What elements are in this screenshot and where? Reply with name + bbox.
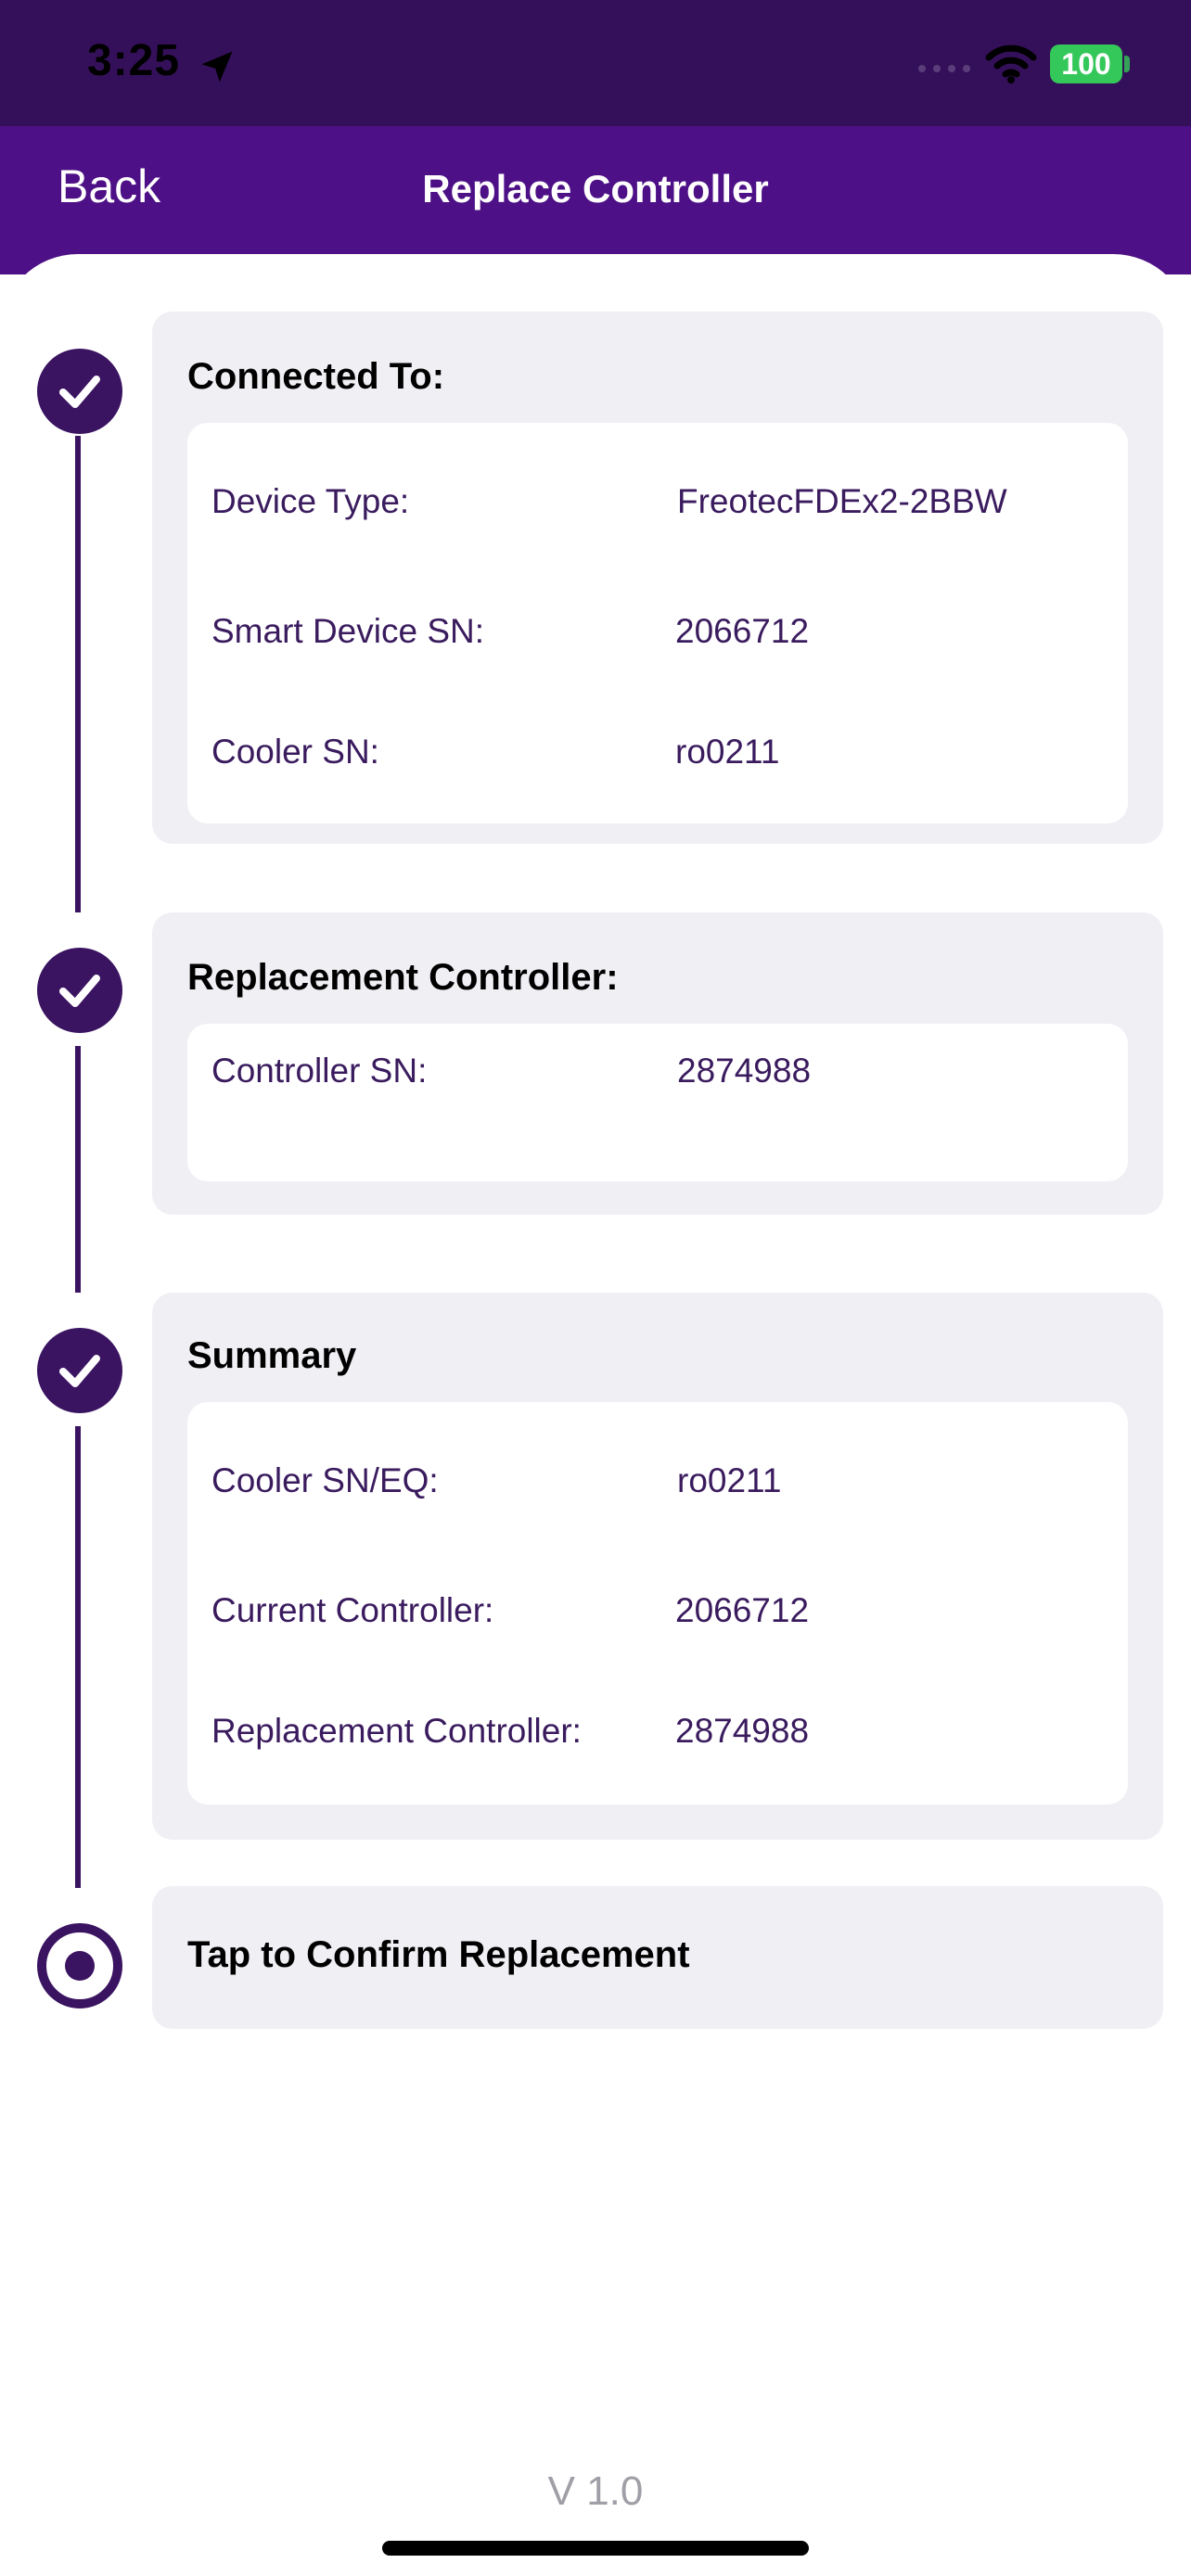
location-arrow-icon: [201, 51, 233, 83]
status-bar: 3:25 100: [0, 0, 1191, 126]
status-time: 3:25: [87, 36, 181, 85]
card-title: Replacement Controller:: [187, 957, 619, 998]
details-box: Cooler SN/EQ: ro0211 Current Controller:…: [187, 1402, 1128, 1804]
device-type-label: Device Type:: [211, 482, 410, 520]
replacement-controller-label: Replacement Controller:: [211, 1712, 582, 1750]
timeline-connector: [75, 1046, 81, 1293]
step-pending-radio-icon: [37, 1923, 122, 2009]
smart-device-sn-label: Smart Device SN:: [211, 612, 485, 650]
nav-bar: Back Replace Controller: [0, 126, 1191, 274]
controller-sn-value: 2874988: [677, 1052, 812, 1090]
current-controller-label: Current Controller:: [211, 1591, 494, 1629]
details-box: Device Type: FreotecFDEx2-2BBW Smart Dev…: [187, 423, 1128, 823]
cooler-sn-value: ro0211: [675, 733, 780, 771]
battery-icon: 100: [1050, 45, 1122, 83]
cooler-sn-eq-label: Cooler SN/EQ:: [211, 1461, 439, 1499]
step-complete-check-icon: [37, 948, 122, 1033]
connected-to-card: Connected To: Device Type: FreotecFDEx2-…: [152, 312, 1163, 844]
controller-sn-label: Controller SN:: [211, 1052, 428, 1090]
battery-tip: [1124, 56, 1130, 72]
smart-device-sn-value: 2066712: [675, 612, 810, 650]
step-complete-check-icon: [37, 349, 122, 434]
timeline-connector: [75, 1426, 81, 1888]
cooler-sn-label: Cooler SN:: [211, 733, 379, 771]
card-title: Summary: [187, 1335, 357, 1376]
step-complete-check-icon: [37, 1328, 122, 1413]
confirm-replacement-button[interactable]: Tap to Confirm Replacement: [152, 1886, 1163, 2029]
card-title: Connected To:: [187, 356, 445, 397]
current-controller-value: 2066712: [675, 1591, 810, 1629]
replacement-controller-card: Replacement Controller: Controller SN: 2…: [152, 912, 1163, 1215]
signal-icon: [918, 65, 970, 72]
replacement-controller-value: 2874988: [675, 1712, 810, 1750]
summary-card: Summary Cooler SN/EQ: ro0211 Current Con…: [152, 1293, 1163, 1840]
device-type-value: FreotecFDEx2-2BBW: [677, 482, 1007, 520]
timeline-connector: [75, 436, 81, 912]
home-indicator[interactable]: [382, 2541, 809, 2556]
cooler-sn-eq-value: ro0211: [677, 1461, 782, 1499]
details-box: Controller SN: 2874988: [187, 1024, 1128, 1181]
confirm-replacement-label: Tap to Confirm Replacement: [187, 1934, 690, 1975]
page-title: Replace Controller: [422, 167, 769, 210]
version-label: V 1.0: [547, 2468, 644, 2514]
wifi-icon: [985, 45, 1037, 83]
